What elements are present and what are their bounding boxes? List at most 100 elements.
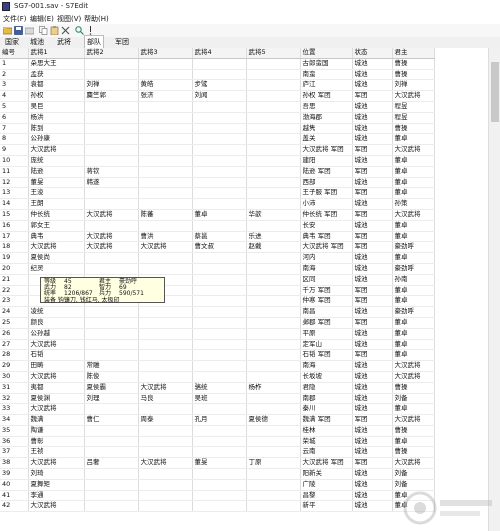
cell-status[interactable]: 城池: [352, 155, 393, 167]
cell-general2[interactable]: 大汉武将: [84, 209, 139, 221]
column-header-status[interactable]: 状态: [352, 48, 393, 59]
cell-status[interactable]: 军团: [352, 349, 393, 362]
table-row[interactable]: 8 公孙康 盖关 城池 董卓: [0, 133, 435, 146]
cell-location[interactable]: 渤海郡: [300, 112, 353, 124]
cell-location[interactable]: 大汉武将 军团: [300, 241, 353, 254]
cell-general5[interactable]: 华歆: [246, 209, 301, 221]
cell-id[interactable]: 35: [0, 425, 29, 437]
cell-general4[interactable]: [192, 187, 247, 200]
cell-general5[interactable]: 夏侯德: [246, 414, 301, 426]
cell-general1[interactable]: 夷都: [28, 382, 85, 394]
cell-lord[interactable]: 董卓: [392, 317, 435, 329]
cell-general2[interactable]: [84, 123, 139, 135]
cell-status[interactable]: 城池: [352, 500, 393, 513]
copy-icon[interactable]: [39, 26, 48, 35]
table-row[interactable]: 6 杨洪 渤海郡 城池 程昱: [0, 112, 435, 124]
cell-general4[interactable]: 骆统: [192, 382, 247, 394]
cell-status[interactable]: 城池: [352, 274, 393, 286]
cell-general3[interactable]: [138, 198, 193, 210]
cell-general4[interactable]: [192, 446, 247, 459]
cell-status[interactable]: 城池: [352, 360, 393, 372]
cell-general1[interactable]: 仲长统: [28, 209, 85, 221]
table-row[interactable]: 20 纪灵 南海 城池 豪劲呼: [0, 263, 435, 275]
column-header-general4[interactable]: 武将4: [192, 48, 247, 59]
cell-general1[interactable]: 魏满: [28, 414, 85, 426]
delete-icon[interactable]: [61, 26, 70, 35]
cell-lord[interactable]: 大汉武将: [392, 414, 435, 426]
cell-general3[interactable]: [138, 69, 193, 81]
table-row[interactable]: 30 大汉武将 陈俊 长坂坡 城池 大汉武将: [0, 371, 435, 383]
cell-lord[interactable]: 曹操: [392, 58, 435, 70]
cell-id[interactable]: 42: [0, 500, 29, 513]
cell-lord[interactable]: 曹操: [392, 123, 435, 135]
table-row[interactable]: 18 大汉武将 大汉武将 大汉武将 曹文叔 赵戴 大汉武将 军团 军团 豪劲呼: [0, 241, 435, 254]
tab-city[interactable]: 城池: [28, 37, 46, 48]
cell-general4[interactable]: [192, 479, 247, 491]
cell-lord[interactable]: 刘备: [392, 393, 435, 405]
cell-general2[interactable]: [84, 187, 139, 200]
table-row[interactable]: 31 夷都 夏侯霸 大汉武将 骆统 杨柞 君隐 城池 曹操: [0, 382, 435, 394]
cell-location[interactable]: 千万 军团: [300, 285, 353, 297]
cell-general3[interactable]: [138, 500, 193, 513]
cell-general5[interactable]: [246, 274, 301, 286]
cell-lord[interactable]: 大汉武将: [392, 371, 435, 383]
cell-general5[interactable]: [246, 252, 301, 264]
cell-location[interactable]: 小沛: [300, 198, 353, 210]
cell-id[interactable]: 26: [0, 328, 29, 340]
cell-general3[interactable]: [138, 123, 193, 135]
cell-general1[interactable]: 陆逊: [28, 166, 85, 178]
cell-general5[interactable]: [246, 468, 301, 480]
cell-lord[interactable]: 董卓: [392, 285, 435, 297]
cell-general5[interactable]: [246, 328, 301, 340]
cell-general2[interactable]: [84, 403, 139, 416]
cell-id[interactable]: 11: [0, 166, 29, 178]
cell-location[interactable]: 王子服 军团: [300, 187, 353, 200]
cell-location[interactable]: 魏满 军团: [300, 414, 353, 426]
cell-location[interactable]: 大汉武将 军团: [300, 144, 353, 156]
cell-location[interactable]: 阳新关: [300, 468, 353, 480]
cell-id[interactable]: 4: [0, 90, 29, 102]
cell-general1[interactable]: 刘琦: [28, 468, 85, 480]
cell-status[interactable]: 城池: [352, 393, 393, 405]
cell-lord[interactable]: 董卓: [392, 349, 435, 362]
cell-id[interactable]: 22: [0, 285, 29, 297]
cell-location[interactable]: 广陵: [300, 479, 353, 491]
cell-id[interactable]: 13: [0, 187, 29, 200]
cell-location[interactable]: 邺郡 军团: [300, 317, 353, 329]
cell-status[interactable]: 军团: [352, 295, 393, 308]
cell-general4[interactable]: [192, 123, 247, 135]
cell-general5[interactable]: [246, 317, 301, 329]
cell-general1[interactable]: 石韬: [28, 349, 85, 362]
table-row[interactable]: 12 董旻 韩遂 西部 城池 董卓: [0, 177, 435, 189]
cell-status[interactable]: 城池: [352, 306, 393, 318]
cell-location[interactable]: 长坂坡: [300, 371, 353, 383]
cell-status[interactable]: 城池: [352, 112, 393, 124]
cell-location[interactable]: 孙权 军团: [300, 90, 353, 102]
cell-status[interactable]: 军团: [352, 285, 393, 297]
cell-location[interactable]: 区同: [300, 274, 353, 286]
cell-id[interactable]: 14: [0, 198, 29, 210]
cell-general3[interactable]: 大汉武将: [138, 241, 193, 254]
column-header-general1[interactable]: 武将1: [28, 48, 85, 59]
cell-general4[interactable]: [192, 317, 247, 329]
cell-general1[interactable]: 李通: [28, 490, 85, 502]
cell-general5[interactable]: [246, 220, 301, 232]
cell-lord[interactable]: 董卓: [392, 133, 435, 146]
cell-general1[interactable]: 陶谦: [28, 425, 85, 437]
cell-general2[interactable]: [84, 220, 139, 232]
cell-location[interactable]: 仲寒 军团: [300, 295, 353, 308]
table-row[interactable]: 17 典韦 大汉武将 曹洪 蔡邕 乐进 典韦 军团 军团 董卓: [0, 231, 435, 243]
cell-general2[interactable]: [84, 490, 139, 502]
cell-general4[interactable]: [192, 155, 247, 167]
cell-general4[interactable]: 董旻: [192, 457, 247, 470]
cell-lord[interactable]: 董卓: [392, 231, 435, 243]
cell-id[interactable]: 9: [0, 144, 29, 156]
table-row[interactable]: 28 石韬 石韬 军团 军团 董卓: [0, 349, 435, 362]
cell-general1[interactable]: 孟获: [28, 69, 85, 81]
cell-general1[interactable]: 大汉武将: [28, 241, 85, 254]
cell-general4[interactable]: 曹文叔: [192, 241, 247, 254]
cell-general1[interactable]: 曹彰: [28, 436, 85, 448]
cell-general4[interactable]: 刘闻: [192, 90, 247, 102]
table-row[interactable]: 37 王祯 云南 城池 曹操: [0, 446, 435, 459]
cell-general3[interactable]: [138, 58, 193, 70]
